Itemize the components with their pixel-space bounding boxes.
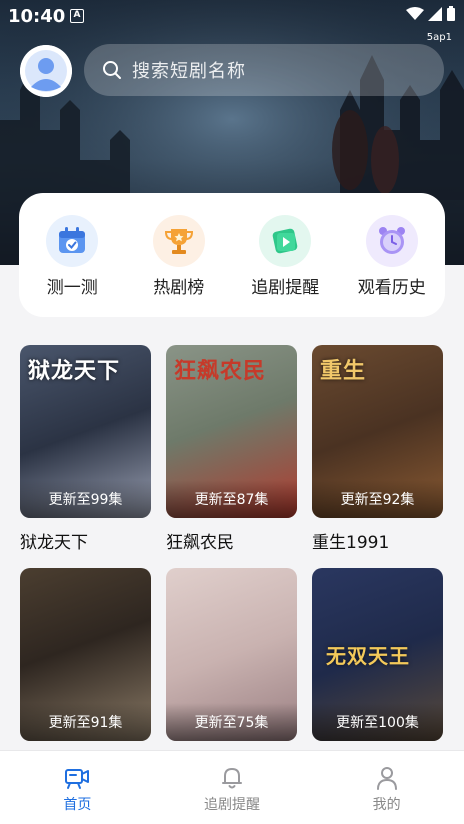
home-camera-icon (65, 769, 90, 789)
quick-action-label: 热剧榜 (153, 278, 205, 298)
search-placeholder: 搜索短剧名称 (132, 61, 246, 82)
battery-icon (447, 6, 455, 21)
episode-badge: 更新至87集 (166, 480, 297, 518)
drama-card-1[interactable]: 狂飙农民 更新至87集 狂飙农民 (166, 345, 297, 553)
episode-badge: 更新至75集 (166, 703, 297, 741)
nav-reminder[interactable]: 追剧提醒 (155, 751, 310, 824)
play-card-icon (259, 215, 312, 267)
avatar[interactable] (20, 45, 72, 97)
nav-label: 首页 (63, 797, 92, 813)
episode-badge: 更新至91集 (20, 703, 151, 741)
signal-icon (428, 7, 442, 21)
app-page: 10:40 A 5ap1 搜索短剧名称 测一测 热剧榜 追剧提醒 观看历史 狱龙… (0, 0, 464, 824)
drama-poster[interactable]: 更新至75集 (166, 568, 297, 741)
episode-badge: 更新至92集 (312, 480, 443, 518)
quick-action-hot-list[interactable]: 热剧榜 (134, 215, 224, 317)
search-icon (103, 61, 121, 79)
poster-title-art: 狂飙农民 (174, 359, 267, 384)
bell-icon (222, 768, 242, 789)
quick-action-history[interactable]: 观看历史 (347, 215, 437, 317)
drama-poster[interactable]: 更新至91集 (20, 568, 151, 741)
trophy-icon (152, 215, 205, 267)
bottom-nav: 首页 追剧提醒 我的 (0, 750, 464, 824)
status-icons (406, 6, 456, 22)
status-time: 10:40 (8, 6, 66, 27)
drama-card-5[interactable]: 无双天王 更新至100集 (312, 568, 443, 751)
drama-title: 重生1991 (312, 533, 390, 553)
nav-home[interactable]: 首页 (0, 751, 155, 824)
drama-poster[interactable]: 无双天王 更新至100集 (312, 568, 443, 741)
status-bar: 10:40 A 5ap1 (0, 0, 464, 43)
nav-label: 我的 (372, 797, 401, 813)
nav-label: 追剧提醒 (204, 797, 260, 813)
drama-card-3[interactable]: 更新至91集 (20, 568, 151, 751)
drama-poster[interactable]: 狂飙农民 更新至87集 (166, 345, 297, 518)
drama-poster[interactable]: 狱龙天下 更新至99集 (20, 345, 151, 518)
calendar-check-icon (46, 215, 99, 267)
person-icon (376, 767, 397, 790)
poster-title-art: 无双天王 (326, 644, 410, 668)
quick-actions-card: 测一测 热剧榜 追剧提醒 观看历史 (19, 193, 445, 317)
drama-poster[interactable]: 重生 更新至92集 (312, 345, 443, 518)
quick-action-reminder[interactable]: 追剧提醒 (240, 215, 330, 317)
carrier-label: 5ap1 (426, 32, 452, 43)
episode-badge: 更新至100集 (312, 703, 443, 741)
quick-action-test[interactable]: 测一测 (27, 215, 117, 317)
quick-action-label: 测一测 (46, 278, 98, 298)
notification-a-icon: A (70, 9, 84, 23)
poster-title-art: 重生 (320, 359, 367, 384)
episode-badge: 更新至99集 (20, 480, 151, 518)
drama-title: 狂飙农民 (166, 533, 234, 553)
poster-title-art: 狱龙天下 (28, 359, 121, 384)
nav-profile[interactable]: 我的 (309, 751, 464, 824)
drama-card-0[interactable]: 狱龙天下 更新至99集 狱龙天下 (20, 345, 151, 553)
wifi-icon (406, 7, 424, 20)
search-bar[interactable]: 搜索短剧名称 (84, 44, 444, 96)
user-avatar-icon (20, 45, 72, 97)
clock-icon (365, 215, 418, 267)
drama-card-2[interactable]: 重生 更新至92集 重生1991 (312, 345, 443, 553)
quick-action-label: 追剧提醒 (251, 278, 320, 298)
drama-card-4[interactable]: 更新至75集 (166, 568, 297, 751)
drama-title: 狱龙天下 (20, 533, 88, 553)
quick-action-label: 观看历史 (357, 278, 426, 298)
